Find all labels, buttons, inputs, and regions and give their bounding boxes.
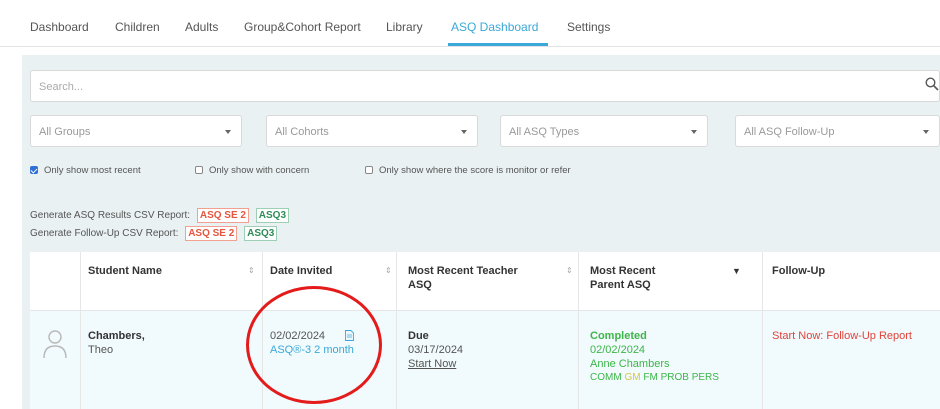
cohorts-select-value: All Cohorts: [275, 126, 329, 138]
tab-dashboard[interactable]: Dashboard: [30, 20, 89, 34]
domain-comm[interactable]: COMM: [590, 372, 622, 383]
avatar-icon: [43, 330, 67, 359]
tab-library[interactable]: Library: [386, 20, 423, 34]
tab-children[interactable]: Children: [115, 20, 160, 34]
header-student-name[interactable]: Student Name: [88, 264, 188, 278]
top-nav: Dashboard Children Adults Group&Cohort R…: [0, 0, 940, 47]
teacher-date: 03/17/2024: [408, 344, 464, 356]
domain-scores: COMM GM FM PROB PERS: [590, 371, 719, 385]
teacher-status: Due: [408, 330, 429, 342]
asq3-logo-button[interactable]: ASQ3: [255, 208, 290, 223]
follow-up-report-link[interactable]: Start Now: Follow-Up Report: [772, 329, 912, 343]
header-follow-up[interactable]: Follow-Up: [772, 264, 825, 278]
cohorts-select[interactable]: All Cohorts: [266, 115, 478, 147]
most-recent-label: Only show most recent: [44, 165, 141, 176]
results-csv-row: Generate ASQ Results CSV Report: ASQ SE …: [30, 208, 290, 223]
tab-group-cohort-report[interactable]: Group&Cohort Report: [244, 20, 361, 34]
search-icon[interactable]: [925, 77, 939, 91]
domain-gm[interactable]: GM: [624, 372, 640, 383]
sort-icon[interactable]: ⇕: [248, 266, 255, 275]
asq-followup-select-value: All ASQ Follow-Up: [744, 126, 835, 138]
domain-fm[interactable]: FM: [643, 372, 657, 383]
tab-settings[interactable]: Settings: [567, 20, 610, 34]
asq3-logo-button[interactable]: ASQ3: [244, 226, 278, 241]
asq-table: Student Name ⇕ Date Invited ⇕ Most Recen…: [30, 252, 940, 409]
monitor-refer-checkbox[interactable]: Only show where the score is monitor or …: [365, 165, 571, 176]
checkbox-icon[interactable]: [365, 166, 373, 174]
with-concern-checkbox[interactable]: Only show with concern: [195, 165, 309, 176]
sort-icon[interactable]: ⇕: [566, 266, 573, 275]
asq-followup-select[interactable]: All ASQ Follow-Up: [735, 115, 940, 147]
table-row: [30, 311, 940, 409]
sort-desc-icon[interactable]: ▼: [732, 266, 741, 276]
header-date-invited[interactable]: Date Invited: [270, 264, 340, 278]
header-parent-asq[interactable]: Most Recent Parent ASQ: [590, 264, 690, 292]
student-last-name[interactable]: Chambers,: [88, 329, 145, 343]
sort-icon[interactable]: ⇕: [385, 266, 392, 275]
header-teacher-asq[interactable]: Most Recent Teacher ASQ: [408, 264, 528, 292]
asq-se2-logo-button[interactable]: ASQ SE 2: [196, 208, 249, 223]
monitor-refer-label: Only show where the score is monitor or …: [379, 165, 571, 176]
annotation-circle: [246, 286, 382, 404]
search-input[interactable]: Search...: [30, 70, 940, 102]
with-concern-label: Only show with concern: [209, 165, 310, 176]
domain-prob[interactable]: PROB: [661, 372, 689, 383]
chevron-down-icon: [461, 130, 467, 134]
domain-pers[interactable]: PERS: [692, 372, 719, 383]
groups-select-value: All Groups: [39, 126, 91, 138]
tab-adults[interactable]: Adults: [185, 20, 218, 34]
checkbox-checked-icon[interactable]: [30, 166, 38, 174]
parent-name: Anne Chambers: [590, 358, 670, 370]
groups-select[interactable]: All Groups: [30, 115, 242, 147]
results-csv-label: Generate ASQ Results CSV Report:: [30, 210, 191, 222]
most-recent-checkbox[interactable]: Only show most recent: [30, 165, 141, 176]
checkbox-icon[interactable]: [195, 166, 203, 174]
parent-status[interactable]: Completed: [590, 329, 647, 343]
chevron-down-icon: [225, 130, 231, 134]
asq-se2-logo-button[interactable]: ASQ SE 2: [185, 226, 238, 241]
followup-csv-row: Generate Follow-Up CSV Report: ASQ SE 2 …: [30, 226, 278, 241]
tab-asq-dashboard[interactable]: ASQ Dashboard: [451, 20, 538, 34]
chevron-down-icon: [923, 130, 929, 134]
start-now-link[interactable]: Start Now: [408, 357, 456, 371]
student-first-name[interactable]: Theo: [88, 343, 113, 357]
active-tab-indicator: [448, 43, 548, 46]
followup-csv-label: Generate Follow-Up CSV Report:: [30, 228, 179, 240]
asq-types-select[interactable]: All ASQ Types: [500, 115, 708, 147]
asq-types-select-value: All ASQ Types: [509, 126, 580, 138]
search-placeholder: Search...: [39, 81, 84, 93]
chevron-down-icon: [691, 130, 697, 134]
parent-date: 02/02/2024: [590, 344, 646, 356]
